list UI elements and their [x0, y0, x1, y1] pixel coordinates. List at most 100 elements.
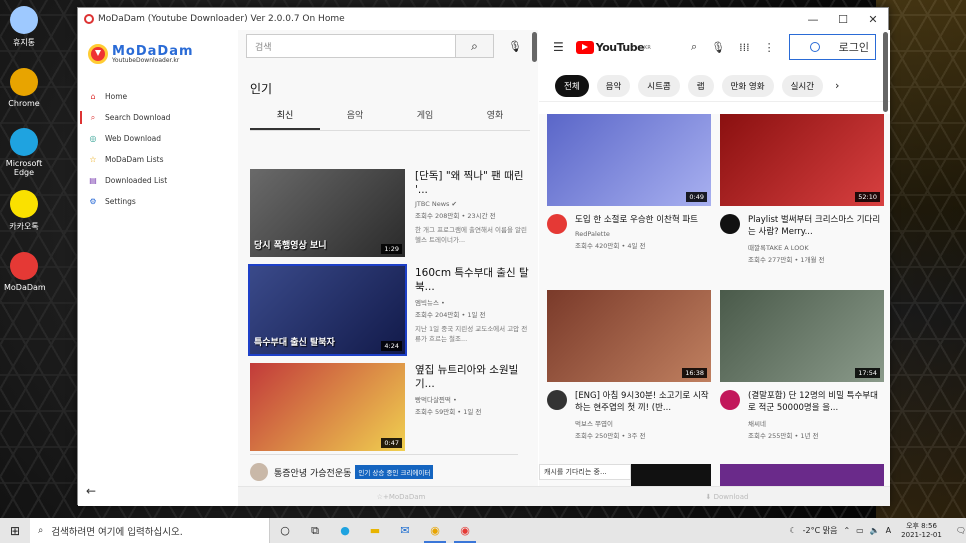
apps-grid-icon[interactable]: ⁞⁞⁞: [739, 41, 750, 54]
video-card[interactable]: 0:49 도입 한 소절로 우승한 이찬혁 파트 RedPalette 조회수 420…: [547, 114, 711, 250]
avatar[interactable]: [547, 390, 567, 410]
sidebar: MoDaDam YoutubeDownloader.kr ⌂ Home ⌕ Searc…: [78, 30, 238, 506]
video-title[interactable]: 옆집 뉴트리아와 소원빌기...: [415, 363, 530, 391]
task-view-icon[interactable]: ⧉: [300, 518, 330, 543]
chevron-up-icon[interactable]: ⌃: [843, 526, 850, 535]
youtube-pane: ☰ YouTube KR ⌕ 🎙 ⁞⁞⁞ ⋮ 로그인 전체 음악 시트콤 랩 만…: [539, 30, 890, 486]
sidebar-item-home[interactable]: ⌂ Home: [78, 86, 238, 107]
clock-date: 2021-12-01: [901, 530, 942, 539]
channel-name[interactable]: 때깔록TAKE A LOOK: [748, 242, 884, 252]
video-thumbnail[interactable]: 17:54: [720, 290, 884, 382]
sidebar-item-label: MoDaDam Lists: [105, 155, 164, 164]
login-label: 로그인: [838, 41, 869, 54]
avatar[interactable]: [720, 390, 740, 410]
avatar[interactable]: [547, 214, 567, 234]
chevron-right-icon[interactable]: ›: [835, 79, 839, 92]
more-icon[interactable]: ⋮: [764, 41, 775, 54]
back-arrow-icon[interactable]: ←: [86, 484, 96, 498]
video-title[interactable]: Playlist 벌써부터 크리스마스 기다리는 사람? Merry...: [748, 214, 884, 238]
tab-1[interactable]: 음악: [320, 108, 390, 130]
video-thumbnail[interactable]: [720, 464, 884, 486]
mic-icon[interactable]: 🎙: [508, 40, 522, 53]
chip-4[interactable]: 만화 영화: [721, 74, 774, 97]
add-modadam-button[interactable]: ☆+MoDaDam: [238, 493, 564, 501]
chip-5[interactable]: 실시간: [781, 74, 824, 97]
video-thumbnail[interactable]: 52:10: [720, 114, 884, 206]
video-thumbnail[interactable]: 0:47: [250, 363, 405, 451]
tab-0[interactable]: 최신: [250, 108, 320, 130]
file-explorer-icon[interactable]: ▬: [360, 518, 390, 543]
video-thumbnail[interactable]: 당시 폭행영상 보니 1:29: [250, 169, 405, 257]
video-thumbnail[interactable]: [631, 464, 711, 486]
desktop-icon[interactable]: 휴지통: [4, 6, 44, 48]
search-button[interactable]: ⌕: [456, 34, 494, 58]
desktop-icon[interactable]: Microsoft Edge: [4, 128, 44, 177]
channel-name[interactable]: RedPalette: [575, 230, 698, 238]
video-card[interactable]: 16:38 [ENG] 아침 9시30분! 소고기로 시작하는 현주엽의 첫 끼!…: [547, 290, 711, 440]
volume-icon[interactable]: 🔈: [870, 526, 880, 535]
weather-text[interactable]: -2°C 맑음: [803, 525, 838, 536]
video-title[interactable]: [ENG] 아침 9시30분! 소고기로 시작하는 현주엽의 첫 끼! (반..…: [575, 390, 711, 414]
mic-icon[interactable]: 🎙: [711, 41, 725, 54]
chip-2[interactable]: 시트콤: [638, 74, 680, 97]
edge-icon[interactable]: ●: [330, 518, 360, 543]
video-title[interactable]: (결말포함) 단 12명의 비밀 특수부대로 적군 50000명을 을...: [748, 390, 884, 414]
channel-name[interactable]: 채씨네: [748, 418, 884, 428]
mail-icon[interactable]: ✉: [390, 518, 420, 543]
scrollbar[interactable]: [532, 32, 537, 62]
video-title[interactable]: 160cm 특수부대 출신 탈북...: [415, 266, 530, 294]
video-stats: 조회수 204만회 • 1일 전: [415, 311, 486, 319]
creator-row[interactable]: 통증안녕 가승전운동 인기 상승 중인 크리에이터: [250, 454, 518, 481]
modadam-taskbar-icon[interactable]: ◉: [450, 518, 480, 543]
download-button[interactable]: ⬇ Download: [564, 493, 890, 501]
weather-icon[interactable]: ☾: [789, 526, 796, 535]
chip-0[interactable]: 전체: [555, 74, 589, 97]
search-icon[interactable]: ⌕: [691, 40, 697, 54]
scrollbar[interactable]: [883, 32, 888, 112]
video-thumbnail[interactable]: 특수부대 출신 탈북자 4:24: [248, 264, 407, 356]
list-item[interactable]: 당시 폭행영상 보니 1:29 [단독] "왜 찍나" 팬 때린 '... JTBC …: [250, 169, 530, 257]
network-icon[interactable]: ▭: [856, 526, 864, 535]
video-title[interactable]: [단독] "왜 찍나" 팬 때린 '...: [415, 169, 530, 197]
list-item[interactable]: 특수부대 출신 탈북자 4:24 160cm 특수부대 출신 탈북... 엠빅뉴스 •…: [248, 264, 530, 356]
minimize-button[interactable]: —: [798, 13, 828, 26]
sidebar-item-modadam-lists[interactable]: ☆ MoDaDam Lists: [78, 149, 238, 170]
video-thumbnail[interactable]: 16:38: [547, 290, 711, 382]
channel-name: 엠빅뉴스 •: [415, 299, 445, 307]
windows-start-icon[interactable]: ⊞: [0, 524, 30, 538]
avatar: [250, 463, 268, 481]
desktop-icon[interactable]: MoDaDam: [4, 252, 46, 292]
tab-3[interactable]: 영화: [460, 108, 530, 130]
channel-name[interactable]: 먹보스 쭈엽이: [575, 418, 711, 428]
close-button[interactable]: ✕: [858, 13, 888, 26]
taskbar-search-input[interactable]: ⌕ 검색하려면 여기에 입력하십시오.: [30, 518, 270, 543]
tab-2[interactable]: 게임: [390, 108, 460, 130]
chrome-icon[interactable]: ◉: [420, 518, 450, 543]
avatar[interactable]: [720, 214, 740, 234]
menu-icon[interactable]: ☰: [553, 40, 564, 54]
notification-icon[interactable]: 🗨: [956, 526, 966, 535]
video-card[interactable]: 17:54 (결말포함) 단 12명의 비밀 특수부대로 적군 50000명을 을…: [720, 290, 884, 440]
video-title[interactable]: 도입 한 소절로 우승한 이찬혁 파트: [575, 214, 698, 226]
sidebar-item-web-download[interactable]: ◎ Web Download: [78, 128, 238, 149]
list-item[interactable]: 0:47 옆집 뉴트리아와 소원빌기... 빵먹다살찐떡 • 조회수 59만회 • 1…: [250, 363, 530, 451]
user-circle-icon: [809, 42, 820, 52]
sidebar-item-search-download[interactable]: ⌕ Search Download: [78, 107, 238, 128]
search-input[interactable]: 검색: [246, 34, 456, 58]
input-lang[interactable]: A: [886, 526, 891, 535]
sidebar-item-downloaded-list[interactable]: ▤ Downloaded List: [78, 170, 238, 191]
clock[interactable]: 오후 8:56 2021-12-01: [901, 522, 942, 540]
video-thumbnail[interactable]: 0:49: [547, 114, 711, 206]
chip-3[interactable]: 랩: [687, 74, 714, 97]
youtube-logo[interactable]: YouTube KR: [575, 40, 651, 54]
maximize-button[interactable]: ☐: [828, 13, 858, 26]
sidebar-item-settings[interactable]: ⚙ Settings: [78, 191, 238, 212]
desktop-icon[interactable]: Chrome: [4, 68, 44, 108]
video-card[interactable]: 52:10 Playlist 벌써부터 크리스마스 기다리는 사람? Merry.…: [720, 114, 884, 264]
video-desc: 지난 1일 중국 지린성 교도소에서 고압 전류가 흐르는 철조...: [415, 325, 528, 343]
desktop-icon[interactable]: 카카오톡: [4, 190, 44, 232]
chip-1[interactable]: 음악: [596, 74, 631, 97]
login-button[interactable]: 로그인: [788, 34, 876, 60]
cortana-icon[interactable]: ○: [270, 518, 300, 543]
taskbar-search-placeholder: 검색하려면 여기에 입력하십시오.: [51, 526, 183, 538]
